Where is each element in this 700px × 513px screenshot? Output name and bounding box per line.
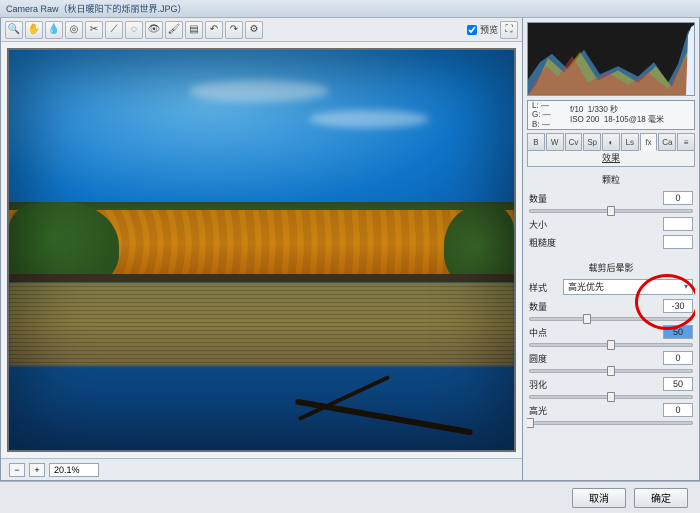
tab-split[interactable]: ◐ [602, 133, 620, 151]
preview-image [9, 50, 514, 450]
zoom-value[interactable]: 20.1% [49, 463, 99, 477]
tab-basic[interactable]: B [527, 133, 545, 151]
preview-label: 预览 [480, 23, 498, 36]
vig-feather-slider[interactable] [529, 395, 693, 399]
panel-tabs: B W Cv Sp ◐ Ls fx Ca ≡ [527, 133, 695, 151]
eyedropper-tool[interactable]: 💧 [45, 21, 63, 39]
zoom-tool[interactable]: 🔍 [5, 21, 23, 39]
vig-amount-slider[interactable] [529, 317, 693, 321]
rgb-b: B: — [532, 120, 562, 130]
grain-amount-value[interactable]: 0 [663, 191, 693, 205]
vignette-header: 载剪后晕影 [527, 258, 695, 276]
preview-checkbox[interactable] [467, 25, 477, 35]
rotate-ccw-tool[interactable]: ↶ [205, 21, 223, 39]
rgb-l: L: — [532, 101, 562, 111]
vig-amount-value[interactable]: -30 [663, 299, 693, 313]
grain-header: 颗粒 [527, 170, 695, 188]
vig-highlight-label: 高光 [529, 404, 559, 417]
window-title: Camera Raw（秋日暖阳下的烁丽世界.JPG） [6, 2, 187, 15]
grad-filter-tool[interactable]: ▤ [185, 21, 203, 39]
hand-tool[interactable]: ✋ [25, 21, 43, 39]
vig-feather-label: 羽化 [529, 378, 559, 391]
vig-round-value[interactable]: 0 [663, 351, 693, 365]
vig-mid-slider[interactable] [529, 343, 693, 347]
zoom-out-button[interactable]: − [9, 463, 25, 477]
histogram [527, 22, 695, 96]
exif-shutter: 1/330 秒 [588, 105, 618, 114]
tab-calib[interactable]: Ca [658, 133, 676, 151]
cancel-button[interactable]: 取消 [572, 488, 626, 508]
rotate-cw-tool[interactable]: ↷ [225, 21, 243, 39]
vig-feather-value[interactable]: 50 [663, 377, 693, 391]
spot-tool[interactable]: ◌ [125, 21, 143, 39]
vig-style-label: 样式 [529, 281, 559, 294]
tab-hsl[interactable]: Sp [583, 133, 601, 151]
grain-amount-label: 数量 [529, 192, 559, 205]
tab-detail[interactable]: Cv [565, 133, 583, 151]
exif-lens: 18-105@18 毫米 [604, 115, 664, 124]
grain-size-label: 大小 [529, 218, 559, 231]
grain-amount-slider[interactable] [529, 209, 693, 213]
vig-round-slider[interactable] [529, 369, 693, 373]
vig-highlight-slider[interactable] [529, 421, 693, 425]
vig-mid-label: 中点 [529, 326, 559, 339]
effects-panel: 颗粒 数量 0 大小 粗糙度 载剪后晕影 [527, 170, 695, 477]
window-titlebar: Camera Raw（秋日暖阳下的烁丽世界.JPG） [0, 0, 700, 18]
grain-rough-label: 粗糙度 [529, 236, 559, 249]
preview-toggle[interactable]: 预览 [467, 23, 498, 36]
color-sampler-tool[interactable]: ◎ [65, 21, 83, 39]
fullscreen-button[interactable]: ⛶ [500, 21, 518, 39]
vig-round-label: 圆度 [529, 352, 559, 365]
redeye-tool[interactable]: 👁 [145, 21, 163, 39]
dialog-footer: 取消 确定 [0, 481, 700, 513]
tab-lens[interactable]: Ls [621, 133, 639, 151]
grain-rough-value[interactable] [663, 235, 693, 249]
prefs-tool[interactable]: ⚙ [245, 21, 263, 39]
tab-presets[interactable]: ≡ [677, 133, 695, 151]
image-preview[interactable] [7, 48, 516, 452]
exif-iso: ISO 200 [570, 115, 599, 124]
straighten-tool[interactable]: ⟋ [105, 21, 123, 39]
vig-amount-label: 数量 [529, 300, 559, 313]
zoom-in-button[interactable]: + [29, 463, 45, 477]
vig-highlight-value[interactable]: 0 [663, 403, 693, 417]
done-button[interactable]: 确定 [634, 488, 688, 508]
zoom-bar: − + 20.1% [1, 458, 522, 480]
grain-size-value[interactable] [663, 217, 693, 231]
rgb-g: G: — [532, 110, 562, 120]
tool-toolbar: 🔍 ✋ 💧 ◎ ✂ ⟋ ◌ 👁 🖌 ▤ ↶ ↷ ⚙ 预览 ⛶ [1, 18, 522, 42]
tab-curve[interactable]: W [546, 133, 564, 151]
panel-title: 效果 [527, 151, 695, 167]
exif-aperture: f/10 [570, 105, 583, 114]
adjust-brush-tool[interactable]: 🖌 [165, 21, 183, 39]
crop-tool[interactable]: ✂ [85, 21, 103, 39]
tab-effects[interactable]: fx [640, 133, 658, 151]
vig-mid-value[interactable]: 50 [663, 325, 693, 339]
vig-style-select[interactable]: 高光优先 [563, 279, 693, 295]
exif-readout: L: — G: — B: — f/10 1/330 秒 ISO 200 18-1… [527, 100, 695, 130]
